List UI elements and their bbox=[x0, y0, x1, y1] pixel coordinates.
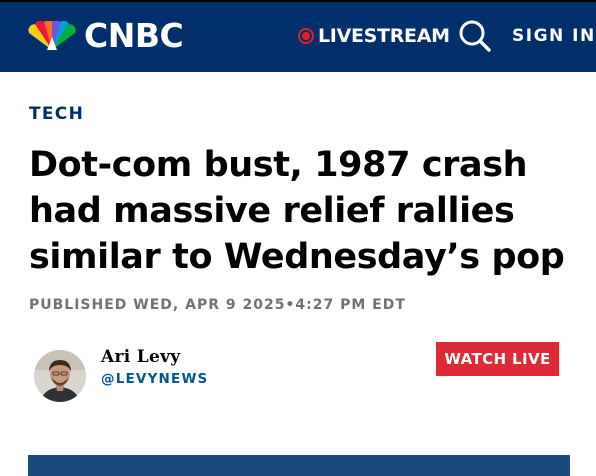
cnbc-logo[interactable]: CNBC bbox=[26, 16, 184, 55]
livestream-label: LIVESTREAM bbox=[318, 25, 450, 47]
section-tag[interactable]: TECH bbox=[29, 104, 84, 124]
author-photo bbox=[34, 350, 86, 402]
sign-in-button[interactable]: SIGN IN bbox=[512, 24, 596, 48]
published-timestamp: PUBLISHED WED, APR 9 2025•4:27 PM EDT bbox=[29, 297, 406, 313]
search-icon[interactable] bbox=[458, 19, 492, 53]
article-headline: Dot-com bust, 1987 crash had massive rel… bbox=[29, 145, 565, 277]
author-avatar[interactable] bbox=[34, 350, 86, 402]
live-dot-icon bbox=[298, 28, 314, 44]
header-top-edge bbox=[0, 0, 596, 2]
peacock-icon bbox=[28, 21, 76, 50]
author-name[interactable]: Ari Levy bbox=[101, 347, 180, 367]
content-divider-bar bbox=[28, 455, 570, 476]
logo-text: CNBC bbox=[84, 16, 184, 55]
site-header: CNBC LIVESTREAM SIGN IN bbox=[0, 0, 596, 72]
livestream-link[interactable]: LIVESTREAM bbox=[298, 24, 450, 48]
author-handle[interactable]: @LEVYNEWS bbox=[101, 371, 208, 387]
watch-live-button[interactable]: WATCH LIVE bbox=[436, 342, 559, 376]
